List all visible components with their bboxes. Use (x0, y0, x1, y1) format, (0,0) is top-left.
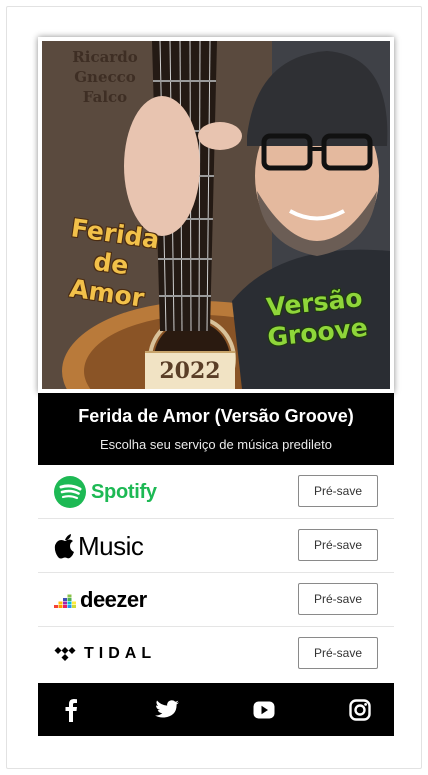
deezer-presave-button[interactable]: Pré-save (298, 583, 378, 615)
cover-version-text: Versão Groove (265, 283, 369, 353)
deezer-wordmark: deezer (80, 587, 147, 612)
release-title: Ferida de Amor (Versão Groove) (78, 406, 354, 426)
service-list: Spotify Pré-save Music Pré-save deezer P… (38, 465, 394, 681)
tidal-icon (54, 647, 76, 661)
deezer-equalizer-icon (54, 594, 76, 608)
tidal-wordmark: TIDAL (84, 645, 157, 662)
twitter-icon[interactable] (154, 697, 180, 723)
tidal-presave-button[interactable]: Pré-save (298, 637, 378, 669)
cover-title-text: Ferida de Amor (67, 213, 162, 313)
apple-music-presave-button[interactable]: Pré-save (298, 529, 378, 561)
facebook-icon[interactable] (58, 697, 84, 723)
deezer-logo: deezer (54, 573, 147, 627)
release-subtitle: Escolha seu serviço de música predileto (100, 437, 332, 452)
spotify-wordmark: Spotify (91, 480, 157, 503)
tidal-logo: TIDAL (54, 627, 156, 681)
service-row-apple-music: Music Pré-save (38, 519, 394, 573)
apple-icon (54, 534, 74, 559)
apple-music-logo: Music (54, 519, 144, 573)
social-links-bar (38, 683, 394, 736)
apple-music-wordmark: Music (78, 530, 144, 561)
release-banner: Ferida de Amor (Versão Groove) Escolha s… (38, 393, 394, 465)
service-row-deezer: deezer Pré-save (38, 573, 394, 627)
instagram-icon[interactable] (347, 697, 373, 723)
spotify-logo: Spotify (54, 465, 157, 519)
spotify-icon (54, 476, 86, 508)
youtube-icon[interactable] (251, 697, 277, 723)
service-row-tidal: TIDAL Pré-save (38, 627, 394, 681)
cover-artist-name: Ricardo Gnecco Falco (72, 48, 138, 106)
spotify-presave-button[interactable]: Pré-save (298, 475, 378, 507)
album-cover: Ricardo Gnecco Falco Ferida de Amor Vers… (38, 37, 394, 393)
album-artwork: Ricardo Gnecco Falco Ferida de Amor Vers… (42, 41, 390, 389)
cover-year-label: 2022 (145, 351, 235, 389)
service-row-spotify: Spotify Pré-save (38, 465, 394, 519)
